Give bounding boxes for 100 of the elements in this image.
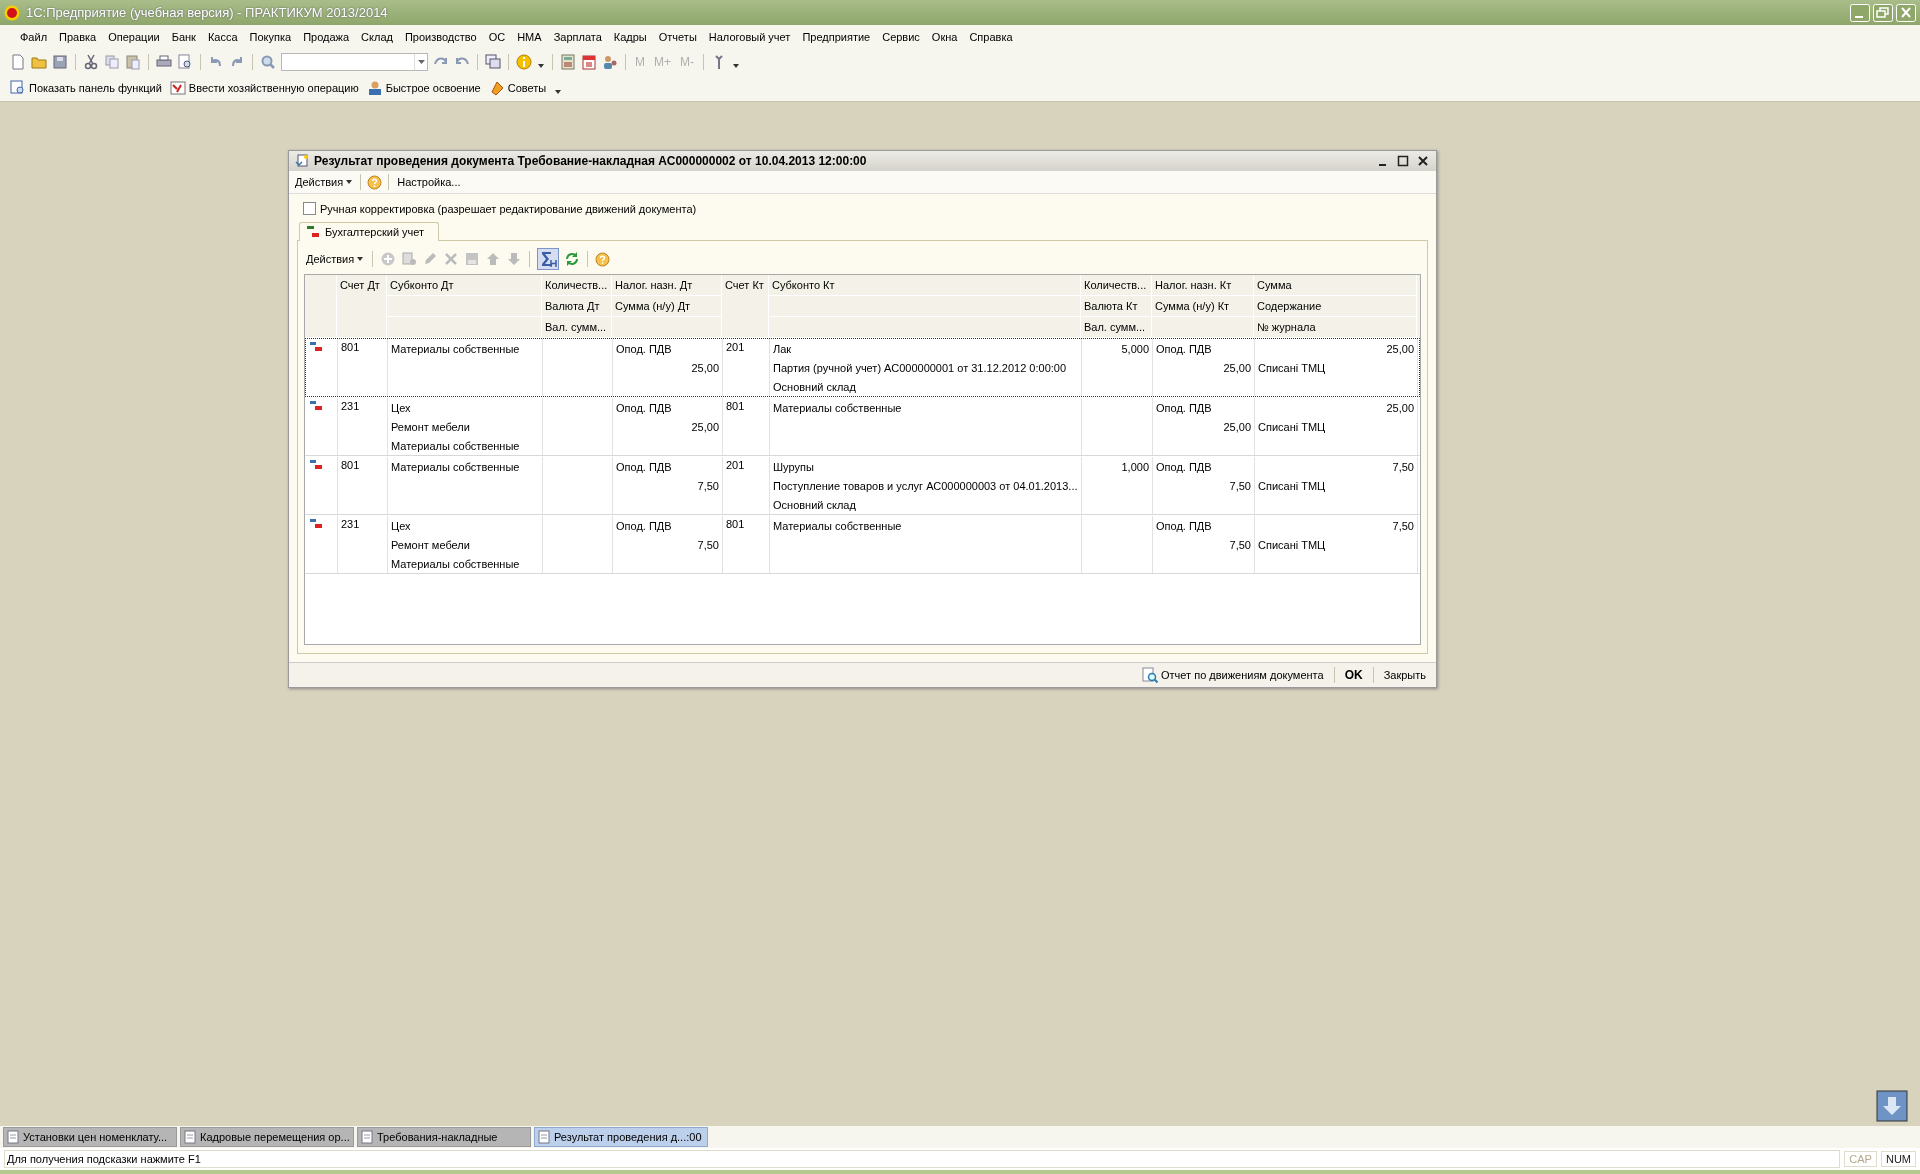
- menu-item[interactable]: Склад: [355, 31, 399, 43]
- column-header[interactable]: Налог. назн. Дт: [612, 275, 722, 296]
- table-row[interactable]: 801 Материалы собственные Опод. ПДВ 7,50 201 Шурупы Поступление товаров и услуг АС000000003 от 04.01.2013... Основний склад 1,000 Опод. ПДВ 7,50 7,50 Списані ТМЦ: [305, 456, 1420, 515]
- column-header[interactable]: Сумма (н/у) Кт: [1152, 296, 1254, 317]
- actions-menu[interactable]: Действия: [304, 253, 366, 265]
- totals-icon[interactable]: [537, 248, 560, 270]
- move-down-icon[interactable]: [506, 251, 523, 267]
- column-header[interactable]: Количеств...: [1081, 275, 1152, 296]
- search-icon[interactable]: [260, 54, 276, 70]
- help-icon[interactable]: [367, 174, 383, 190]
- download-icon[interactable]: [1876, 1090, 1908, 1122]
- column-header[interactable]: Субконто Кт: [769, 275, 1081, 296]
- menu-item[interactable]: Кадры: [607, 31, 653, 43]
- menu-item[interactable]: ОС: [482, 31, 512, 43]
- menu-item[interactable]: Сервис: [876, 31, 926, 43]
- table-cell: Ремонт мебели: [391, 538, 470, 551]
- menu-item[interactable]: Справка: [963, 31, 1019, 43]
- calculator-icon[interactable]: [560, 54, 576, 70]
- column-header[interactable]: Валюта Кт: [1081, 296, 1152, 317]
- column-header[interactable]: Счет Дт: [337, 275, 387, 338]
- maximize-icon[interactable]: [1396, 154, 1410, 168]
- info-icon[interactable]: [516, 54, 532, 70]
- menu-item[interactable]: Покупка: [243, 31, 298, 43]
- open-folder-icon[interactable]: [31, 54, 47, 70]
- table-cell: Материалы собственные: [391, 460, 520, 473]
- cut-icon[interactable]: [83, 54, 99, 70]
- quick-bar-button[interactable]: Показать панель функций: [10, 80, 162, 96]
- menu-item[interactable]: Предприятие: [796, 31, 877, 43]
- help-icon[interactable]: [595, 251, 611, 267]
- menu-item[interactable]: Отчеты: [652, 31, 703, 43]
- actions-menu[interactable]: Действия: [293, 176, 355, 188]
- calendar-icon[interactable]: [581, 54, 597, 70]
- paste-icon[interactable]: [125, 54, 141, 70]
- menu-item[interactable]: Банк: [165, 31, 202, 43]
- add-icon[interactable]: [380, 251, 397, 267]
- table-cell: 801: [726, 518, 745, 530]
- refresh-icon[interactable]: [564, 251, 581, 267]
- copy-row-icon[interactable]: [401, 251, 418, 267]
- footer-button[interactable]: Закрыть: [1379, 669, 1430, 681]
- column-header[interactable]: Валюта Дт: [542, 296, 612, 317]
- quick-bar-button[interactable]: Ввести хозяйственную операцию: [169, 80, 359, 96]
- copy-icon[interactable]: [104, 54, 120, 70]
- taskbar-tab[interactable]: Кадровые перемещения ор...: [180, 1127, 354, 1147]
- table-cell: 7,50: [697, 538, 719, 551]
- dialog-title: Результат проведения документа Требование-накладная АС000000002 от 10.04.2013 12:00:00: [314, 154, 867, 168]
- column-header[interactable]: Сумма: [1254, 275, 1417, 296]
- tab[interactable]: Бухгалтерский учет: [299, 222, 440, 241]
- restore-icon[interactable]: [1873, 3, 1893, 22]
- menu-item[interactable]: Налоговый учет: [702, 31, 797, 43]
- column-header[interactable]: № журнала: [1254, 317, 1417, 338]
- taskbar-tab[interactable]: Результат проведения д...:00: [534, 1127, 708, 1147]
- menu-item[interactable]: Касса: [201, 31, 244, 43]
- app-logo-icon: [4, 4, 20, 21]
- column-header[interactable]: Сумма (н/у) Дт: [612, 296, 722, 317]
- table-cell: Лак: [773, 342, 792, 355]
- save-icon[interactable]: [52, 54, 68, 70]
- menu-item[interactable]: Файл: [14, 31, 54, 43]
- column-header[interactable]: Вал. сумм...: [1081, 317, 1152, 338]
- table-row[interactable]: 801 Материалы собственные Опод. ПДВ 25,00 201 Лак Партия (ручной учет) АС000000001 от 31.12.2012 0:00:00 Основний склад 5,000 Опод. ПДВ 25,00 25,00 Списані ТМЦ: [305, 338, 1420, 397]
- print-icon[interactable]: [156, 54, 172, 70]
- menu-item[interactable]: Окна: [925, 31, 964, 43]
- table-cell: Списані ТМЦ: [1258, 420, 1326, 433]
- settings-menu[interactable]: Настройка...: [395, 176, 463, 188]
- table-cell: 7,50: [1229, 479, 1251, 492]
- document-icon: [184, 1130, 196, 1144]
- users-icon[interactable]: [602, 54, 618, 70]
- column-header[interactable]: Счет Кт: [722, 275, 769, 338]
- column-header[interactable]: Вал. сумм...: [542, 317, 612, 338]
- close-icon[interactable]: [1416, 154, 1430, 168]
- end-edit-icon[interactable]: [464, 251, 481, 267]
- search-field[interactable]: [281, 53, 428, 71]
- table-row[interactable]: 231 Цех Ремонт мебели Материалы собственные Опод. ПДВ 7,50 801 Материалы собственные Опод. ПДВ 7,50 7,50 Списані ТМЦ: [305, 515, 1420, 574]
- taskbar-tab[interactable]: Установки цен номенклату...: [3, 1127, 177, 1147]
- menu-item[interactable]: Операции: [102, 31, 166, 43]
- checkbox[interactable]: [303, 202, 316, 215]
- menu-item[interactable]: НМА: [511, 31, 548, 43]
- windows-icon[interactable]: [485, 54, 501, 70]
- table-cell: 231: [341, 400, 360, 412]
- quick-bar-button[interactable]: Советы: [488, 80, 547, 96]
- menu-item[interactable]: Продажа: [297, 31, 356, 43]
- table-cell: Основний склад: [773, 498, 856, 511]
- column-header[interactable]: Налог. назн. Кт: [1152, 275, 1254, 296]
- taskbar-tab[interactable]: Требования-накладные: [357, 1127, 531, 1147]
- move-up-icon[interactable]: [485, 251, 502, 267]
- print-preview-icon[interactable]: [177, 54, 193, 70]
- quick-bar-button[interactable]: Быстрое освоение: [366, 80, 481, 96]
- table-cell: 25,00: [1223, 361, 1251, 374]
- edit-icon[interactable]: [422, 251, 439, 267]
- new-document-icon[interactable]: [10, 54, 26, 70]
- column-header[interactable]: Содержание: [1254, 296, 1417, 317]
- footer-button[interactable]: OK: [1340, 668, 1367, 682]
- footer-button[interactable]: Отчет по движениям документа: [1138, 667, 1328, 683]
- delete-icon[interactable]: [443, 251, 460, 267]
- column-header[interactable]: Субконто Дт: [387, 275, 542, 296]
- column-header[interactable]: Количеств...: [542, 275, 612, 296]
- document-icon: [7, 1130, 19, 1144]
- menu-item[interactable]: Зарплата: [547, 31, 608, 43]
- table-row[interactable]: 231 Цех Ремонт мебели Материалы собственные Опод. ПДВ 25,00 801 Материалы собственные Опод. ПДВ 25,00 25,00 Списані ТМЦ: [305, 397, 1420, 456]
- menu-item[interactable]: Производство: [398, 31, 483, 43]
- menu-item[interactable]: Правка: [53, 31, 103, 43]
